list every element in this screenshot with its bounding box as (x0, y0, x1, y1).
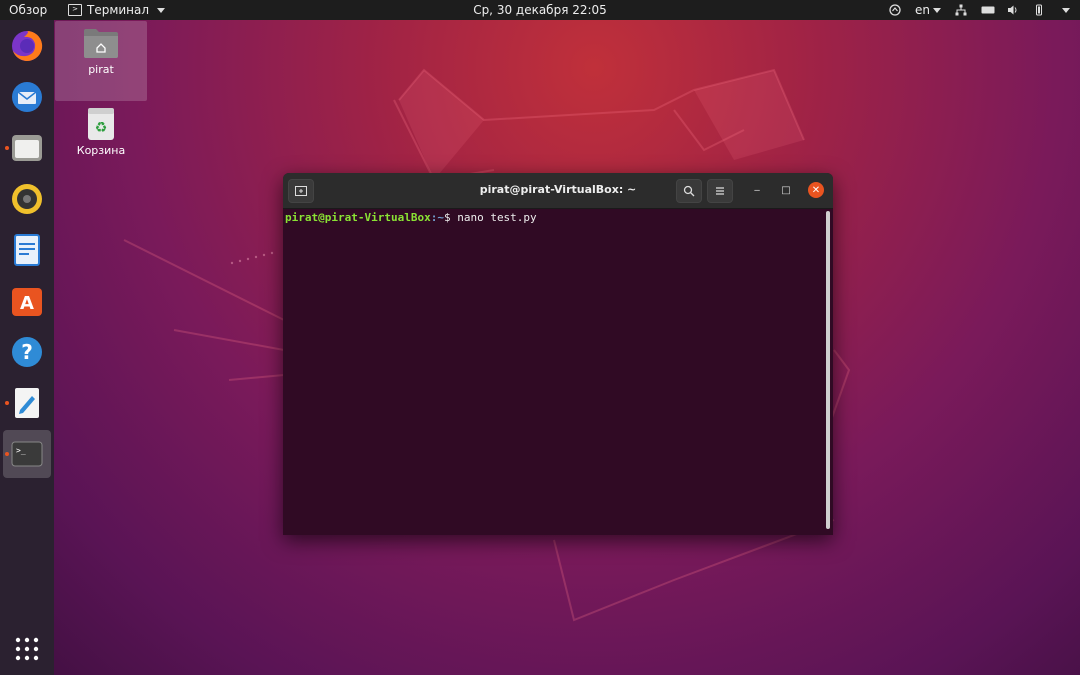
terminal-window[interactable]: pirat@pirat-VirtualBox: ~ ‒ □ ✕ pirat@pi… (283, 173, 833, 535)
running-indicator (5, 146, 9, 150)
chevron-down-icon[interactable] (1062, 7, 1070, 13)
svg-text:♻: ♻ (95, 120, 108, 136)
dock-writer[interactable] (3, 226, 51, 274)
volume-icon[interactable] (1007, 4, 1019, 16)
power-menu-icon[interactable] (1033, 4, 1045, 16)
terminal-content[interactable]: pirat@pirat-VirtualBox:~$ nano test.py (283, 209, 833, 535)
writer-icon (14, 234, 40, 266)
terminal-scrollbar[interactable] (826, 211, 830, 529)
system-tray: en (889, 2, 1070, 18)
dock: A ? >_ (0, 20, 54, 675)
top-bar: Обзор > Терминал Ср, 30 декабря 22:05 en (0, 0, 1080, 20)
help-icon: ? (12, 337, 42, 367)
speaker-icon (12, 184, 42, 214)
command-text: nano test.py (457, 211, 537, 224)
close-button[interactable]: ✕ (808, 182, 824, 198)
terminal-header-bar[interactable]: pirat@pirat-VirtualBox: ~ ‒ □ ✕ (283, 173, 833, 209)
minimize-button[interactable]: ‒ (749, 182, 765, 198)
desktop-icon-home[interactable]: pirat (55, 21, 147, 101)
accessibility-icon[interactable] (889, 4, 901, 16)
prompt-user: pirat@pirat-VirtualBox (285, 211, 431, 224)
prompt-path: :~ (430, 211, 444, 224)
dock-text-editor[interactable] (3, 379, 51, 427)
dock-thunderbird[interactable] (3, 73, 51, 121)
dock-terminal[interactable]: >_ (3, 430, 51, 478)
hamburger-menu-icon (716, 187, 724, 195)
svg-text:A: A (20, 293, 34, 314)
show-applications-button[interactable] (3, 625, 51, 673)
thunderbird-icon (12, 82, 42, 112)
dock-files[interactable] (3, 124, 51, 172)
menu-button[interactable] (707, 179, 733, 203)
running-indicator (5, 452, 9, 456)
firefox-icon (12, 30, 43, 61)
desktop-icon-trash[interactable]: ♻ Корзина (55, 107, 147, 161)
svg-text:?: ? (21, 340, 33, 364)
keyboard-layout-label: en (915, 3, 930, 17)
home-folder-icon (84, 29, 118, 58)
trash-icon: ♻ (88, 108, 114, 140)
desktop-icon-label: Корзина (76, 144, 126, 157)
running-indicator (5, 401, 9, 405)
dock-firefox[interactable] (3, 22, 51, 70)
svg-text:>_: >_ (16, 446, 26, 455)
terminal-icon: >_ (11, 441, 43, 467)
prompt-symbol: $ (443, 211, 458, 224)
keyboard-layout[interactable]: en (915, 2, 941, 18)
dock-rhythmbox[interactable] (3, 175, 51, 223)
input-device-icon[interactable] (981, 4, 995, 16)
search-button[interactable] (676, 179, 702, 203)
software-center-icon: A (12, 288, 42, 316)
chevron-down-icon (933, 8, 941, 13)
search-icon (683, 185, 695, 197)
dock-help[interactable]: ? (3, 328, 51, 376)
network-icon[interactable] (955, 4, 967, 16)
desktop-icon-label: pirat (88, 63, 114, 76)
files-icon (12, 135, 42, 161)
maximize-button[interactable]: □ (778, 182, 794, 198)
text-editor-icon (15, 388, 39, 418)
grid-icon (15, 637, 39, 661)
dock-software[interactable]: A (3, 277, 51, 325)
